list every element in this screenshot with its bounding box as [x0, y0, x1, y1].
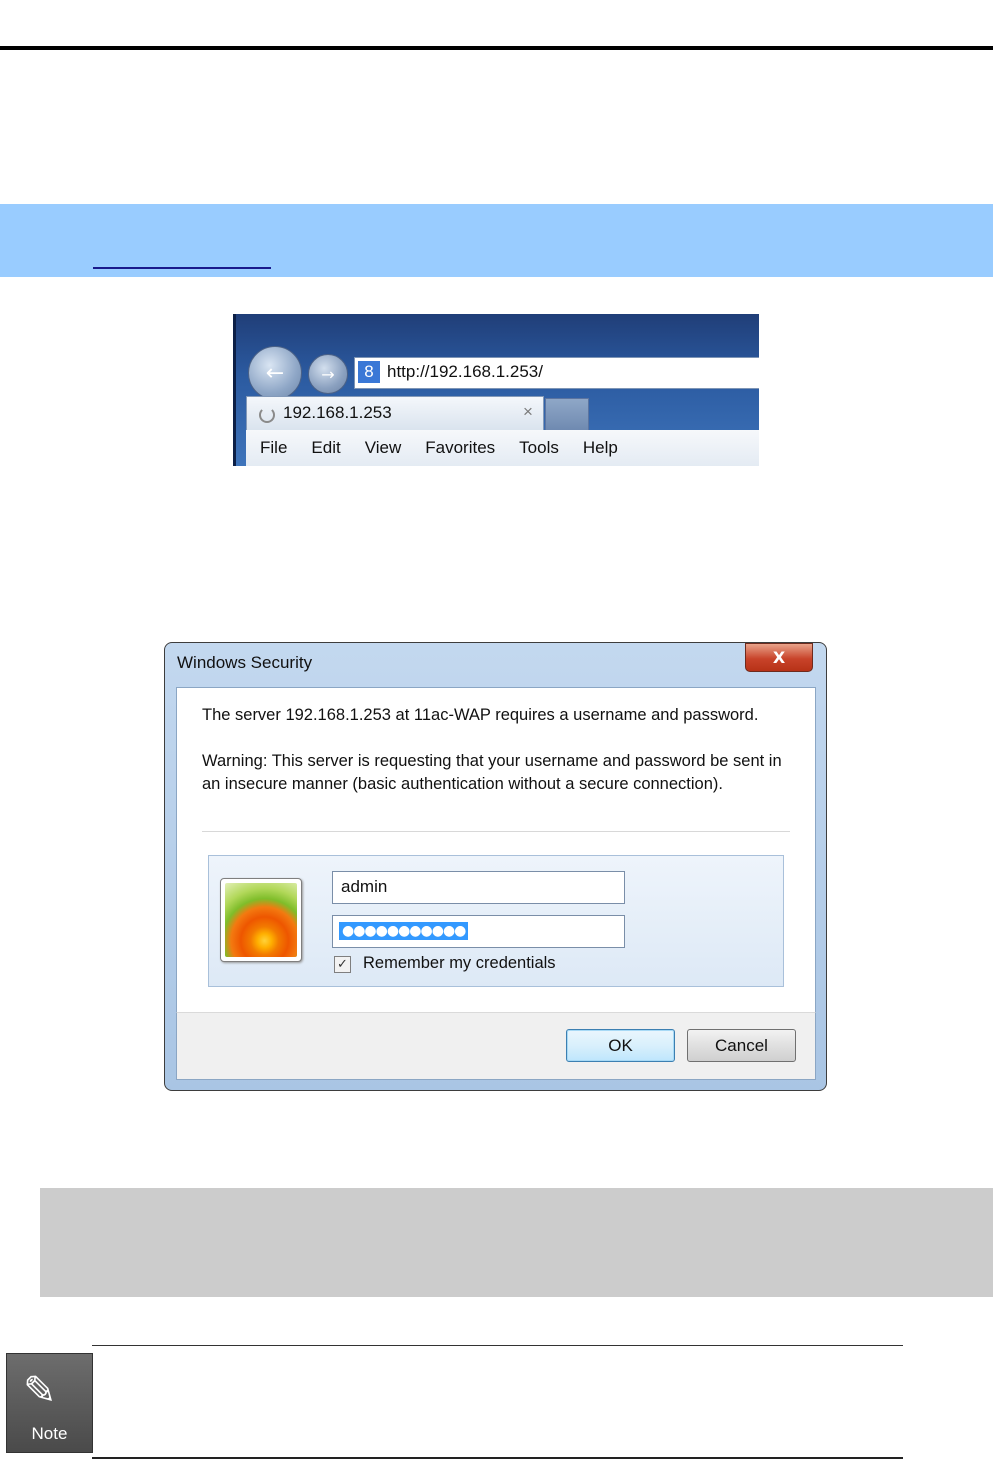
- note-label: Note: [31, 1424, 68, 1443]
- note-rule-top: [92, 1345, 903, 1346]
- windows-security-dialog: Windows Security X The server 192.168.1.…: [164, 642, 827, 1091]
- ok-button[interactable]: OK: [566, 1029, 675, 1062]
- username-field[interactable]: admin: [332, 871, 625, 904]
- remember-label[interactable]: Remember my credentials: [363, 954, 556, 973]
- dialog-title: Windows Security: [177, 653, 313, 672]
- menu-view[interactable]: View: [365, 438, 402, 458]
- loading-spinner-icon: [259, 407, 275, 423]
- dialog-close-button[interactable]: X: [745, 643, 813, 672]
- search-provider-icon: 8: [358, 361, 380, 383]
- password-mask: ●●●●●●●●●●●: [339, 922, 469, 940]
- address-bar[interactable]: 8 http://192.168.1.253/: [354, 357, 759, 389]
- username-value: admin: [341, 877, 388, 896]
- menu-tools[interactable]: Tools: [519, 438, 559, 458]
- address-text[interactable]: http://192.168.1.253/: [387, 362, 543, 382]
- tab-title: 192.168.1.253: [283, 403, 392, 422]
- security-warning: Warning: This server is requesting that …: [202, 752, 782, 793]
- tab-close-icon[interactable]: ×: [523, 402, 533, 422]
- browser-screenshot: ← → 8 http://192.168.1.253/ 192.168.1.25…: [233, 314, 759, 466]
- new-tab-button[interactable]: [545, 398, 589, 431]
- top-rule: [0, 46, 993, 50]
- menu-file[interactable]: File: [260, 438, 287, 458]
- note-icon: ✎ Note: [6, 1353, 93, 1453]
- user-avatar: [220, 878, 302, 962]
- dialog-body: The server 192.168.1.253 at 11ac-WAP req…: [176, 687, 816, 1013]
- forward-arrow-icon: →: [321, 364, 335, 384]
- gray-highlight-band: [40, 1188, 993, 1297]
- pencil-paper-icon: ✎: [23, 1368, 57, 1414]
- credential-panel: admin ●●●●●●●●●●● ✓ Remember my credenti…: [208, 855, 784, 987]
- close-icon: X: [772, 648, 786, 667]
- password-field[interactable]: ●●●●●●●●●●●: [332, 915, 625, 948]
- back-button[interactable]: ←: [248, 346, 302, 400]
- cancel-button[interactable]: Cancel: [687, 1029, 796, 1062]
- dialog-divider: [202, 831, 790, 832]
- menu-favorites[interactable]: Favorites: [425, 438, 495, 458]
- auth-message: The server 192.168.1.253 at 11ac-WAP req…: [202, 706, 759, 724]
- remember-checkbox[interactable]: ✓: [334, 956, 351, 973]
- flower-avatar-icon: [225, 883, 297, 957]
- dialog-footer: OK Cancel: [176, 1012, 816, 1080]
- browser-tab[interactable]: 192.168.1.253 ×: [246, 396, 544, 431]
- menu-bar: File Edit View Favorites Tools Help: [246, 430, 759, 466]
- browser-frame-edge: [233, 314, 236, 466]
- back-arrow-icon: ←: [265, 360, 285, 386]
- hyperlink-underline[interactable]: [93, 267, 271, 269]
- menu-help[interactable]: Help: [583, 438, 618, 458]
- forward-button[interactable]: →: [308, 354, 348, 394]
- menu-edit[interactable]: Edit: [311, 438, 340, 458]
